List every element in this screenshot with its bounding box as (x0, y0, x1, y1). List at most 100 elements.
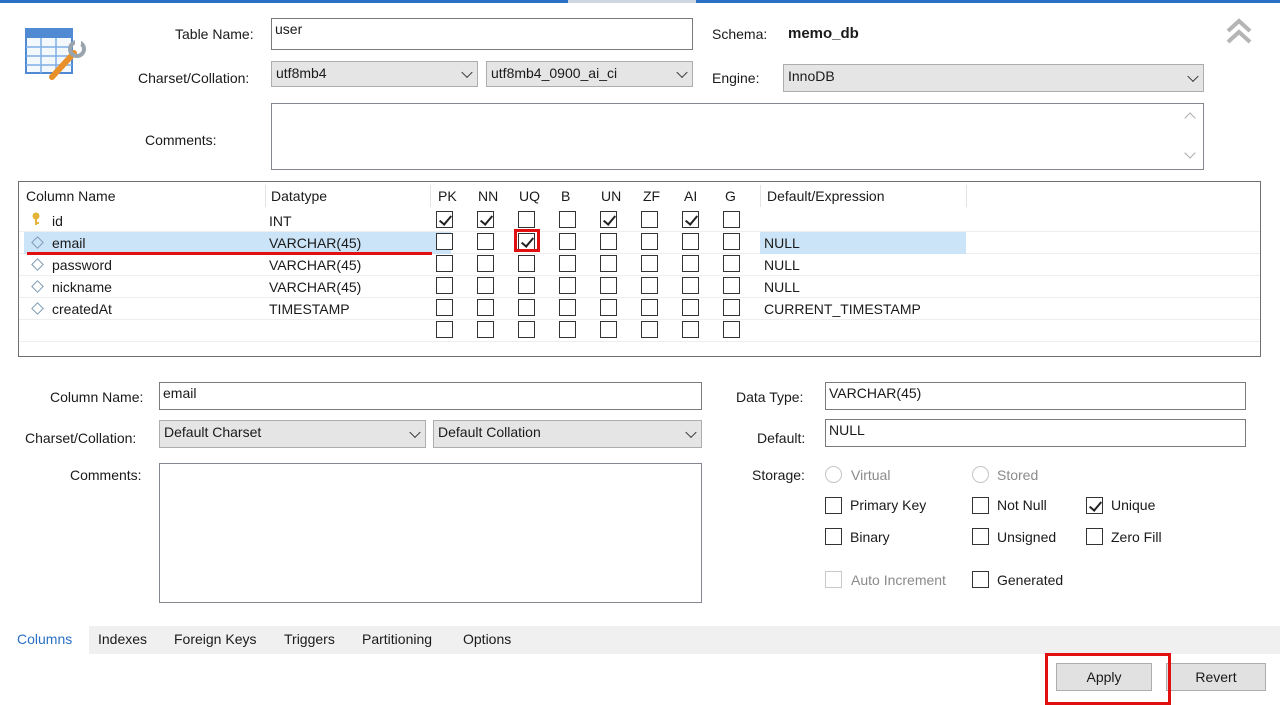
g-checkbox[interactable] (723, 321, 740, 338)
b-checkbox[interactable] (559, 211, 576, 228)
header-default-expression[interactable]: Default/Expression (767, 188, 885, 204)
uq-checkbox[interactable] (518, 321, 535, 338)
nn-checkbox[interactable] (477, 321, 494, 338)
table-name-input[interactable]: user (271, 18, 693, 50)
g-checkbox[interactable] (723, 299, 740, 316)
ai-checkbox[interactable] (682, 299, 699, 316)
ai-checkbox[interactable] (682, 277, 699, 294)
tab-columns[interactable]: Columns (17, 631, 72, 647)
pk-checkbox[interactable] (436, 255, 453, 272)
uq-checkbox[interactable] (518, 211, 535, 228)
g-checkbox[interactable] (723, 277, 740, 294)
header-un[interactable]: UN (601, 188, 621, 204)
un-checkbox[interactable] (600, 233, 617, 250)
nn-checkbox[interactable] (477, 255, 494, 272)
table-collation-select[interactable]: utf8mb4_0900_ai_ci (486, 61, 693, 87)
tab-options[interactable]: Options (463, 631, 511, 647)
uq-checkbox[interactable] (518, 277, 535, 294)
chevron-down-icon (461, 66, 473, 79)
zf-checkbox[interactable] (641, 211, 658, 228)
table-collation-value: utf8mb4_0900_ai_ci (491, 65, 618, 81)
zf-checkbox[interactable] (641, 277, 658, 294)
header-nn[interactable]: NN (478, 188, 498, 204)
revert-button[interactable]: Revert (1166, 663, 1266, 691)
scroll-down-icon[interactable] (1184, 147, 1196, 159)
not-null-checkbox[interactable] (972, 497, 989, 514)
un-checkbox[interactable] (600, 211, 617, 228)
column-charset-select[interactable]: Default Charset (159, 420, 426, 448)
b-checkbox[interactable] (559, 277, 576, 294)
column-comments-input[interactable] (159, 463, 702, 603)
engine-select[interactable]: InnoDB (783, 64, 1204, 92)
pk-checkbox[interactable] (436, 299, 453, 316)
default-input[interactable]: NULL (825, 419, 1246, 447)
header-pk[interactable]: PK (438, 188, 457, 204)
table-row[interactable]: password VARCHAR(45) NULL (19, 254, 1260, 276)
binary-checkbox[interactable] (825, 528, 842, 545)
ai-checkbox[interactable] (682, 211, 699, 228)
header-column-name[interactable]: Column Name (26, 188, 115, 204)
table-comments-input[interactable] (271, 103, 1204, 170)
unsigned-checkbox[interactable] (972, 528, 989, 545)
b-checkbox[interactable] (559, 321, 576, 338)
nn-checkbox[interactable] (477, 211, 494, 228)
ai-checkbox[interactable] (682, 321, 699, 338)
zf-checkbox[interactable] (641, 255, 658, 272)
collapse-icon[interactable] (1225, 17, 1253, 47)
nn-checkbox[interactable] (477, 299, 494, 316)
tab-triggers[interactable]: Triggers (284, 631, 335, 647)
g-checkbox[interactable] (723, 211, 740, 228)
columns-grid[interactable]: Column Name Datatype PK NN UQ B UN ZF AI… (18, 181, 1261, 357)
table-row-selected[interactable]: email VARCHAR(45) NULL (19, 232, 1260, 254)
b-checkbox[interactable] (559, 299, 576, 316)
zf-checkbox[interactable] (641, 299, 658, 316)
header-b[interactable]: B (561, 188, 570, 204)
pk-checkbox[interactable] (436, 321, 453, 338)
data-type-input[interactable]: VARCHAR(45) (825, 382, 1246, 410)
uq-checkbox[interactable] (518, 299, 535, 316)
tab-partitioning[interactable]: Partitioning (362, 631, 432, 647)
generated-checkbox[interactable] (972, 571, 989, 588)
table-row[interactable]: createdAt TIMESTAMP CURRENT_TIMESTAMP (19, 298, 1260, 320)
virtual-radio[interactable] (825, 466, 842, 483)
b-checkbox[interactable] (559, 233, 576, 250)
tab-indexes[interactable]: Indexes (98, 631, 147, 647)
header-zf[interactable]: ZF (643, 188, 660, 204)
stored-radio[interactable] (972, 466, 989, 483)
auto-increment-checkbox[interactable] (825, 571, 842, 588)
header-ai[interactable]: AI (684, 188, 697, 204)
editor-tab-bar: Columns Indexes Foreign Keys Triggers Pa… (7, 626, 1280, 654)
scroll-up-icon[interactable] (1184, 112, 1196, 124)
pk-checkbox[interactable] (436, 277, 453, 294)
table-row[interactable]: nickname VARCHAR(45) NULL (19, 276, 1260, 298)
b-checkbox[interactable] (559, 255, 576, 272)
column-collation-select[interactable]: Default Collation (433, 420, 702, 448)
zf-checkbox[interactable] (641, 233, 658, 250)
header-uq[interactable]: UQ (519, 188, 540, 204)
nn-checkbox[interactable] (477, 277, 494, 294)
table-row[interactable]: id INT (19, 210, 1260, 232)
header-g[interactable]: G (725, 188, 736, 204)
nn-checkbox[interactable] (477, 233, 494, 250)
un-checkbox[interactable] (600, 255, 617, 272)
column-name-input[interactable]: email (159, 382, 702, 410)
un-checkbox[interactable] (600, 277, 617, 294)
unique-checkbox[interactable] (1086, 497, 1103, 514)
zero-fill-checkbox[interactable] (1086, 528, 1103, 545)
g-checkbox[interactable] (723, 255, 740, 272)
g-checkbox[interactable] (723, 233, 740, 250)
pk-checkbox[interactable] (436, 211, 453, 228)
zf-checkbox[interactable] (641, 321, 658, 338)
table-charset-select[interactable]: utf8mb4 (271, 61, 478, 87)
pk-checkbox[interactable] (436, 233, 453, 250)
ai-checkbox[interactable] (682, 233, 699, 250)
uq-checkbox[interactable] (518, 255, 535, 272)
table-name-label: Table Name: (175, 26, 254, 42)
un-checkbox[interactable] (600, 299, 617, 316)
un-checkbox[interactable] (600, 321, 617, 338)
header-datatype[interactable]: Datatype (271, 188, 327, 204)
tab-foreign-keys[interactable]: Foreign Keys (174, 631, 256, 647)
table-row-new[interactable] (19, 320, 1260, 342)
primary-key-checkbox[interactable] (825, 497, 842, 514)
ai-checkbox[interactable] (682, 255, 699, 272)
